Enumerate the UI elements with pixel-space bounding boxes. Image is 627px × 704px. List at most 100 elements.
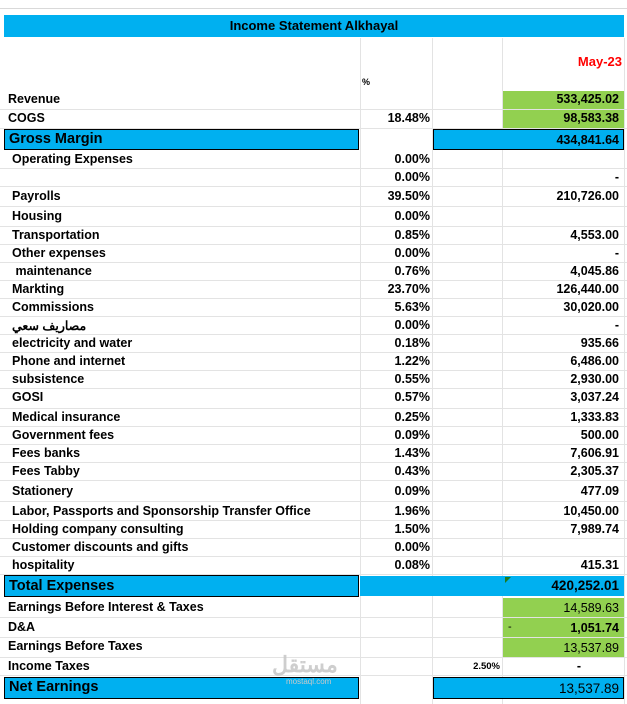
row-value: -: [614, 318, 619, 332]
row-gosi[interactable]: GOSI 0.57% 3,037.24: [0, 389, 627, 409]
row-revenue[interactable]: Revenue 533,425.02: [0, 91, 627, 110]
row-pct: 0.55%: [394, 372, 430, 386]
row-cogs[interactable]: COGS 18.48% 98,583.38: [0, 110, 627, 129]
total-expenses-mid-cell: [360, 576, 432, 596]
row-value: -: [576, 659, 581, 673]
row-pct: 0.00%: [394, 152, 430, 166]
row-label: Income Taxes: [8, 659, 90, 673]
row-housing[interactable]: Housing 0.00%: [0, 207, 627, 227]
row-pct: 0.00%: [394, 540, 430, 554]
row-da[interactable]: D&A - 1,051.74: [0, 618, 627, 638]
row-pct: 0.76%: [394, 264, 430, 278]
row-label: maintenance: [12, 264, 92, 278]
gross-margin-label: Gross Margin: [9, 131, 103, 147]
row-operating-expenses[interactable]: Operating Expenses 0.00%: [0, 151, 627, 169]
top-edge: [0, 0, 627, 9]
row-label: Phone and internet: [12, 354, 126, 368]
row-holding-consulting[interactable]: Holding company consulting 1.50% 7,989.7…: [0, 521, 627, 539]
row-payrolls[interactable]: Payrolls 39.50% 210,726.00: [0, 187, 627, 207]
row-pct: 0.00%: [394, 170, 430, 184]
row-fees-tabby[interactable]: Fees Tabby 0.43% 2,305.37: [0, 463, 627, 481]
row-transportation[interactable]: Transportation 0.85% 4,553.00: [0, 227, 627, 245]
row-label: Medical insurance: [12, 410, 121, 424]
row-value: 2,305.37: [570, 464, 619, 478]
row-pct: 0.43%: [394, 464, 430, 478]
row-value: 4,553.00: [570, 228, 619, 242]
row-label: Transportation: [12, 228, 100, 242]
row-value: 1,333.83: [570, 410, 619, 424]
row-value: 415.31: [580, 558, 619, 572]
row-value: 2,930.00: [570, 372, 619, 386]
row-pct: 2.50%: [473, 661, 500, 672]
row-phone-internet[interactable]: Phone and internet 1.22% 6,486.00: [0, 353, 627, 371]
month-header[interactable]: May-23: [540, 54, 622, 69]
row-value: 500.00: [580, 428, 619, 442]
row-medical-insurance[interactable]: Medical insurance 0.25% 1,333.83: [0, 409, 627, 427]
row-government-fees[interactable]: Government fees 0.09% 500.00: [0, 427, 627, 445]
row-value: 3,037.24: [570, 390, 619, 404]
row-electricity[interactable]: electricity and water 0.18% 935.66: [0, 335, 627, 353]
row-label: مصاريف سعي: [12, 319, 87, 333]
row-hospitality[interactable]: hospitality 0.08% 415.31: [0, 557, 627, 575]
row-pct: 1.50%: [394, 522, 430, 536]
row-value: -: [614, 170, 619, 184]
row-label: Earnings Before Taxes: [8, 639, 143, 653]
row-stationery[interactable]: Stationery 0.09% 477.09: [0, 481, 627, 502]
row-pct: 0.00%: [394, 318, 430, 332]
row-value: 210,726.00: [556, 189, 619, 203]
row-labor-office[interactable]: Labor, Passports and Sponsorship Transfe…: [0, 502, 627, 521]
row-subsistence[interactable]: subsistence 0.55% 2,930.00: [0, 371, 627, 389]
row-value: 935.66: [580, 336, 619, 350]
row-maintenance[interactable]: maintenance 0.76% 4,045.86: [0, 263, 627, 281]
row-pct: 0.00%: [394, 209, 430, 223]
row-pct: 39.50%: [387, 189, 430, 203]
row-value: -: [614, 246, 619, 260]
row-value: 10,450.00: [563, 504, 619, 518]
total-expenses-label: Total Expenses: [9, 578, 115, 594]
row-commissions[interactable]: Commissions 5.63% 30,020.00: [0, 299, 627, 317]
row-value: 7,989.74: [570, 522, 619, 536]
row-pct: 1.22%: [394, 354, 430, 368]
row-arabic-expense[interactable]: مصاريف سعي 0.00% -: [0, 317, 627, 335]
row-value: 1,051.74: [570, 621, 619, 635]
row-pct: 0.09%: [394, 428, 430, 442]
row-value: 6,486.00: [570, 354, 619, 368]
watermark-url: mostaql.com: [286, 677, 332, 686]
row-blank[interactable]: 0.00% -: [0, 169, 627, 187]
row-label: Other expenses: [12, 246, 106, 260]
row-label: Commissions: [12, 300, 94, 314]
row-label: Government fees: [12, 428, 115, 442]
percent-header[interactable]: %: [362, 77, 370, 87]
row-value: 126,440.00: [556, 282, 619, 296]
row-label: Housing: [12, 209, 62, 223]
spreadsheet: Income Statement Alkhayal May-23 % Reven…: [0, 0, 627, 704]
row-label: Labor, Passports and Sponsorship Transfe…: [12, 504, 311, 518]
row-pct: 18.48%: [387, 111, 430, 125]
row-pct: 0.25%: [394, 410, 430, 424]
row-other-expenses[interactable]: Other expenses 0.00% -: [0, 245, 627, 263]
total-expenses-value: 420,252.01: [551, 578, 619, 593]
row-value: 98,583.38: [563, 111, 619, 125]
row-value: 4,045.86: [570, 264, 619, 278]
net-earnings-value: 13,537.89: [558, 681, 619, 696]
row-pct: 0.00%: [394, 246, 430, 260]
row-customer-discounts[interactable]: Customer discounts and gifts 0.00%: [0, 539, 627, 557]
row-pct: 1.43%: [394, 446, 430, 460]
row-label: Revenue: [8, 92, 61, 106]
row-label: COGS: [8, 111, 45, 125]
row-value: 477.09: [580, 484, 619, 498]
row-label: hospitality: [12, 558, 75, 572]
row-fees-banks[interactable]: Fees banks 1.43% 7,606.91: [0, 445, 627, 463]
row-markting[interactable]: Markting 23.70% 126,440.00: [0, 281, 627, 299]
row-value: 7,606.91: [570, 446, 619, 460]
row-pct: 0.57%: [394, 390, 430, 404]
row-value: 30,020.00: [563, 300, 619, 314]
gross-margin-value: 434,841.64: [556, 133, 619, 147]
watermark-logo: مستقل: [272, 652, 338, 677]
row-label: D&A: [8, 620, 36, 634]
row-value: 13,537.89: [563, 641, 619, 655]
row-ebit[interactable]: Earnings Before Interest & Taxes 14,589.…: [0, 598, 627, 618]
statement-title[interactable]: Income Statement Alkhayal: [4, 15, 624, 37]
row-label: Customer discounts and gifts: [12, 540, 189, 554]
row-pct: 23.70%: [387, 282, 430, 296]
